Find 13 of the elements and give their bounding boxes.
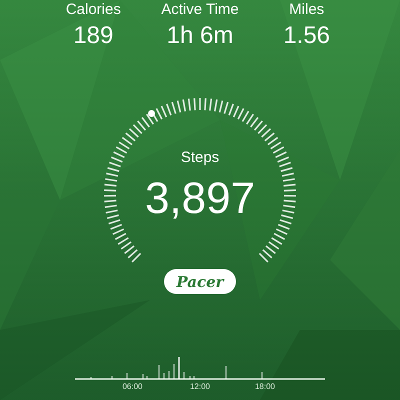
- stat-value: 1h 6m: [166, 21, 234, 51]
- stat-value: 189: [73, 21, 114, 51]
- stat-label: Active Time: [161, 1, 239, 19]
- time-label: 18:00: [254, 382, 276, 391]
- stat-value: 1.56: [283, 21, 330, 51]
- steps-label: Steps: [180, 149, 220, 166]
- stat-label: Calories: [66, 1, 121, 19]
- stat-label: Miles: [289, 1, 324, 19]
- steps-count: 3,897: [144, 174, 256, 224]
- brand-logo: Pacer: [164, 269, 236, 294]
- time-label: 12:00: [190, 382, 210, 391]
- progress-thumb: [148, 110, 156, 117]
- time-label: 06:00: [122, 382, 143, 391]
